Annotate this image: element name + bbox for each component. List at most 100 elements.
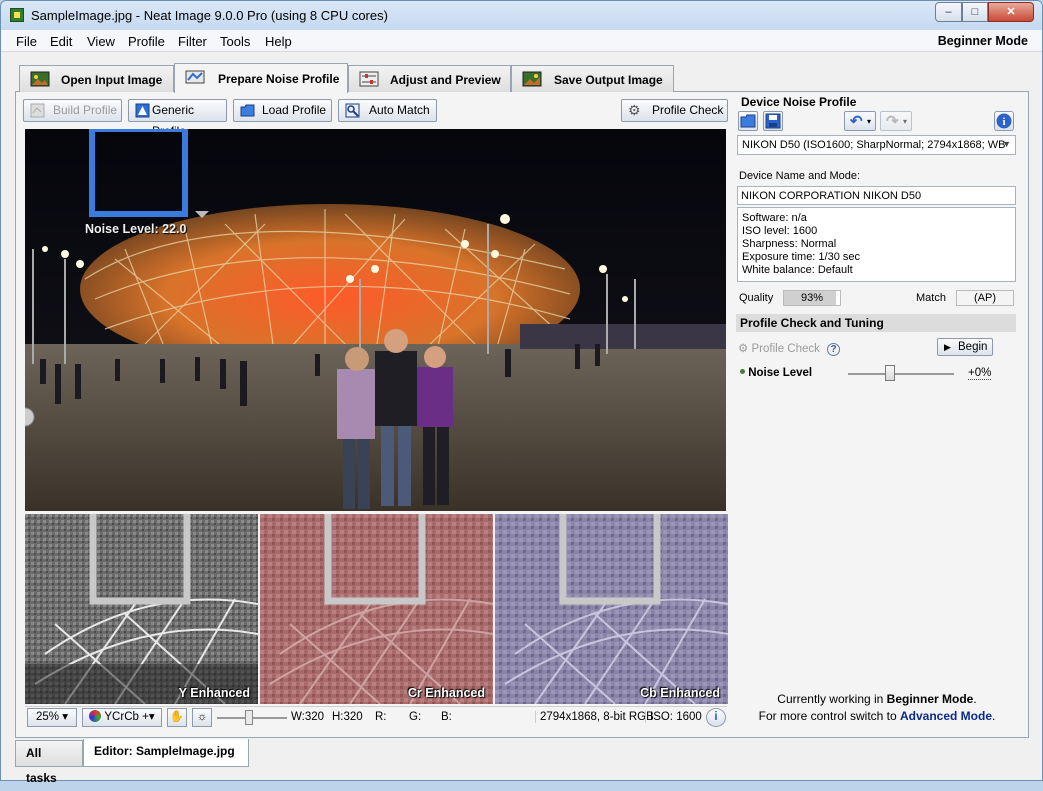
- zoom-dropdown[interactable]: 25% ▾: [27, 708, 77, 727]
- menu-tools[interactable]: Tools: [220, 34, 250, 49]
- brightness-slider-thumb[interactable]: [245, 710, 253, 725]
- auto-match-label: Auto Match: [369, 103, 430, 117]
- maximize-button[interactable]: □: [962, 2, 988, 22]
- tab-save-output-image[interactable]: Save Output Image: [511, 65, 674, 92]
- iso-value: ISO: 1600: [645, 711, 702, 723]
- noise-level-label: Noise Level: [748, 367, 813, 379]
- current-mode: Beginner Mode: [886, 692, 974, 706]
- stadium-photo: [25, 129, 726, 511]
- tab-label: Prepare Noise Profile: [218, 72, 340, 86]
- profile-info-button[interactable]: i: [994, 111, 1014, 131]
- info-icon: i: [996, 113, 1012, 129]
- profile-check-option[interactable]: ⚙ Profile Check ?: [738, 341, 841, 356]
- adjust-sliders-icon: [359, 71, 379, 87]
- menu-file[interactable]: File: [16, 34, 37, 49]
- save-image-icon: [522, 71, 542, 87]
- zoom-value: 25%: [36, 711, 60, 723]
- info-white-balance: White balance: Default: [742, 264, 853, 276]
- gear-icon: ⚙: [738, 343, 749, 355]
- cr-enhanced-preview[interactable]: Cr Enhanced: [260, 514, 493, 704]
- menu-filter[interactable]: Filter: [178, 34, 207, 49]
- menu-help[interactable]: Help: [265, 34, 292, 49]
- brightness-icon[interactable]: ☼: [192, 708, 212, 727]
- build-profile-button[interactable]: Build Profile: [23, 99, 122, 122]
- noise-level-value[interactable]: +0%: [968, 367, 992, 380]
- tab-label: Open Input Image: [61, 73, 163, 87]
- match-label: Match: [916, 292, 946, 304]
- info-sharpness: Sharpness: Normal: [742, 238, 837, 250]
- generic-profile-button[interactable]: Generic Profile: [128, 99, 227, 138]
- profile-select[interactable]: NIKON D50 (ISO1600; SharpNormal; 2794x18…: [737, 135, 1016, 155]
- color-wheel-icon: [89, 710, 102, 722]
- undo-button[interactable]: ↶ ▾: [844, 111, 876, 131]
- generic-profile-icon: [135, 103, 150, 118]
- tab-all-tasks[interactable]: All tasks: [15, 740, 83, 785]
- mode-note-punct: .: [973, 692, 977, 706]
- title-bar: SampleImage.jpg - Neat Image 9.0.0 Pro (…: [1, 1, 1042, 30]
- selection-width: W:320: [291, 711, 325, 723]
- tab-adjust-and-preview[interactable]: Adjust and Preview: [348, 65, 511, 92]
- mode-note-text-2: For more control switch to: [758, 709, 900, 723]
- profile-info-box: Software: n/a ISO level: 1600 Sharpness:…: [737, 207, 1016, 282]
- gear-icon: ⚙: [628, 102, 641, 118]
- info-exposure: Exposure time: 1/30 sec: [742, 251, 861, 263]
- quality-meter: 93%: [783, 290, 841, 306]
- undo-icon: ↶: [850, 113, 863, 130]
- open-profile-button[interactable]: [738, 111, 758, 131]
- begin-button[interactable]: ▶ Begin: [937, 338, 993, 356]
- bullet-icon: [740, 369, 745, 374]
- tab-editor[interactable]: Editor: SampleImage.jpg: [83, 739, 249, 767]
- tab-prepare-noise-profile[interactable]: Prepare Noise Profile: [174, 63, 348, 93]
- hand-tool-icon[interactable]: ✋: [167, 708, 187, 727]
- channel-value: YCrCb +: [104, 711, 149, 723]
- mode-indicator[interactable]: Beginner Mode: [938, 34, 1028, 48]
- cb-channel-image: [495, 514, 728, 704]
- profile-check-button[interactable]: ⚙ Profile Check: [621, 99, 728, 122]
- menu-edit[interactable]: Edit: [50, 34, 72, 49]
- y-enhanced-preview[interactable]: Y Enhanced: [25, 514, 258, 704]
- noise-level-slider-thumb[interactable]: [885, 365, 895, 381]
- mode-note-text: Currently working in: [777, 692, 887, 706]
- cb-enhanced-label: Cb Enhanced: [640, 686, 720, 700]
- device-name-field[interactable]: NIKON CORPORATION NIKON D50: [737, 186, 1016, 205]
- y-enhanced-label: Y Enhanced: [178, 686, 250, 700]
- noise-level-row: Noise Level: [740, 367, 812, 379]
- tuning-section-header: Profile Check and Tuning: [736, 314, 1016, 332]
- match-value: (AP): [956, 290, 1014, 306]
- menu-bar: File Edit View Profile Filter Tools Help…: [1, 30, 1042, 52]
- quality-value: 93%: [800, 292, 824, 304]
- menu-view[interactable]: View: [87, 34, 115, 49]
- save-profile-button[interactable]: [763, 111, 783, 131]
- save-disk-icon: [765, 113, 781, 129]
- tab-open-input-image[interactable]: Open Input Image: [19, 65, 174, 92]
- profile-select-value: NIKON D50 (ISO1600; SharpNormal; 2794x18…: [742, 139, 1006, 151]
- load-profile-button[interactable]: Load Profile: [233, 99, 332, 122]
- image-dimensions: 2794x1868, 8-bit RGB: [535, 711, 654, 723]
- noise-level-slider[interactable]: [848, 373, 954, 375]
- menu-profile[interactable]: Profile: [128, 34, 165, 49]
- main-preview-image[interactable]: Noise Level: 22.0: [25, 129, 726, 511]
- build-profile-label: Build Profile: [53, 103, 118, 117]
- profile-check-text: Profile Check: [751, 343, 820, 355]
- play-icon: ▶: [944, 342, 951, 352]
- app-window: SampleImage.jpg - Neat Image 9.0.0 Pro (…: [0, 0, 1043, 785]
- status-bar: 25% ▾ YCrCb +▾ ✋ ☼ W:320 H:320 R: G: B: …: [25, 706, 727, 728]
- pixel-b: B:: [441, 711, 452, 723]
- minimize-button[interactable]: ‒: [935, 2, 962, 22]
- advanced-mode-link[interactable]: Advanced Mode: [900, 709, 992, 723]
- cb-enhanced-preview[interactable]: Cb Enhanced: [495, 514, 728, 704]
- open-image-icon: [30, 71, 50, 87]
- auto-match-button[interactable]: Auto Match: [338, 99, 437, 122]
- close-button[interactable]: ✕: [988, 2, 1034, 22]
- folder-icon: [240, 104, 255, 117]
- channel-dropdown[interactable]: YCrCb +▾: [82, 708, 162, 727]
- redo-button[interactable]: ↷ ▾: [880, 111, 912, 131]
- quality-label: Quality: [739, 292, 774, 304]
- help-icon[interactable]: ?: [827, 343, 841, 356]
- tab-label: Adjust and Preview: [390, 73, 501, 87]
- begin-label: Begin: [958, 341, 988, 353]
- device-profile-title: Device Noise Profile: [741, 95, 857, 109]
- info-software: Software: n/a: [742, 212, 807, 224]
- mode-note: Currently working in Beginner Mode. For …: [736, 691, 1018, 725]
- info-icon[interactable]: i: [706, 708, 726, 727]
